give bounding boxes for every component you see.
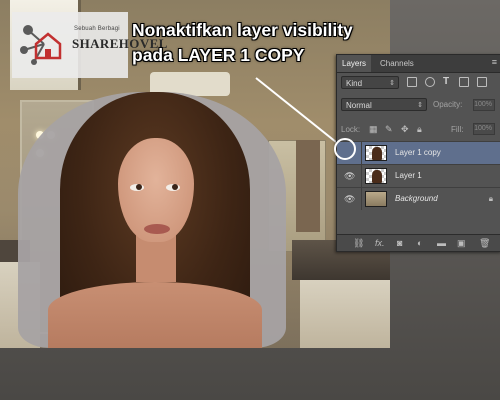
photo-towel: [296, 140, 320, 232]
group-icon[interactable]: ▬: [437, 238, 446, 248]
logo-tagline: Sebuah Berbagi: [74, 26, 120, 32]
layer-name: Background: [395, 194, 438, 203]
house-network-icon: [20, 25, 62, 65]
filter-kind-value: Kind: [346, 79, 363, 88]
smart-object-filter-icon[interactable]: [477, 77, 487, 87]
sharehovel-logo: Sebuah Berbagi SHAREHOVEL: [12, 12, 167, 78]
blend-mode-value: Normal: [346, 101, 372, 110]
woman-portrait: [40, 92, 270, 348]
fx-icon[interactable]: fx.: [375, 238, 385, 248]
lock-transparent-icon[interactable]: ▦: [369, 125, 378, 134]
trash-icon[interactable]: 🗑︎: [479, 238, 490, 249]
layer-row-background[interactable]: 👁︎ Background 🔒︎: [337, 187, 500, 210]
type-filter-icon[interactable]: T: [443, 76, 449, 87]
chevron-down-icon: ⇕: [417, 102, 423, 109]
photo-drawer-right: [300, 280, 390, 348]
pixel-filter-icon[interactable]: [407, 77, 417, 87]
adjustment-icon[interactable]: ◐: [417, 238, 422, 248]
tutorial-title: Nonaktifkan layer visibility pada LAYER …: [132, 18, 353, 68]
layer-name: Layer 1: [395, 171, 422, 180]
panel-tab-bar: Layers Channels ≡: [337, 55, 500, 73]
shape-filter-icon[interactable]: [459, 77, 469, 87]
tutorial-title-line-2: pada LAYER 1 COPY: [132, 45, 305, 65]
mask-icon[interactable]: ◙: [397, 238, 402, 248]
layer-thumbnail: [365, 168, 387, 184]
portrait-shoulders: [48, 282, 262, 348]
lock-label: Lock:: [341, 125, 361, 134]
fill-label: Fill:: [451, 125, 464, 134]
panel-menu-icon[interactable]: ≡: [492, 57, 497, 67]
layer-name: Layer 1 copy: [395, 148, 441, 157]
tab-channels[interactable]: Channels: [375, 55, 419, 72]
chevron-down-icon: ⇕: [389, 80, 395, 87]
fill-input[interactable]: 100%: [473, 123, 495, 135]
lock-position-icon[interactable]: ✥: [401, 125, 410, 134]
visibility-toggle[interactable]: 👁︎: [337, 165, 362, 187]
filter-row: Kind ⇕ T: [337, 75, 500, 91]
adjustment-filter-icon[interactable]: [425, 77, 435, 87]
opacity-input[interactable]: 100%: [473, 99, 495, 111]
portrait-eye-left: [130, 184, 144, 191]
portrait-lips: [144, 224, 170, 234]
link-icon[interactable]: ⛓: [353, 238, 364, 249]
tab-layers[interactable]: Layers: [337, 55, 372, 72]
blend-mode-select[interactable]: Normal ⇕: [341, 98, 427, 111]
lock-image-icon[interactable]: ✎: [385, 125, 394, 134]
lock-icon: 🔒︎: [488, 194, 493, 203]
eye-icon: 👁︎: [344, 171, 356, 181]
layers-panel: Layers Channels ≡ Kind ⇕ T Normal ⇕ Opac…: [336, 54, 500, 252]
tutorial-title-line-1: Nonaktifkan layer visibility: [132, 20, 353, 40]
panel-footer: ⛓ fx. ◙ ◐ ▬ ▣ 🗑︎: [337, 234, 500, 251]
eye-icon: 👁︎: [344, 194, 356, 204]
portrait-eye-right: [166, 184, 180, 191]
filter-kind-select[interactable]: Kind ⇕: [341, 76, 399, 89]
layer-thumbnail: [365, 191, 387, 207]
layer-thumbnail: [365, 145, 387, 161]
highlight-circle: [334, 138, 356, 160]
opacity-label: Opacity:: [433, 100, 463, 109]
layer-row-layer-1-copy[interactable]: Layer 1 copy: [337, 141, 500, 164]
screenshot-canvas: Sebuah Berbagi SHAREHOVEL Nonaktifkan la…: [0, 0, 500, 400]
new-layer-icon[interactable]: ▣: [457, 238, 466, 249]
lock-all-icon[interactable]: 🔒︎: [417, 125, 426, 134]
layer-row-layer-1[interactable]: 👁︎ Layer 1: [337, 164, 500, 187]
visibility-toggle[interactable]: 👁︎: [337, 188, 362, 210]
blend-row: Normal ⇕ Opacity: 100%: [337, 97, 500, 113]
